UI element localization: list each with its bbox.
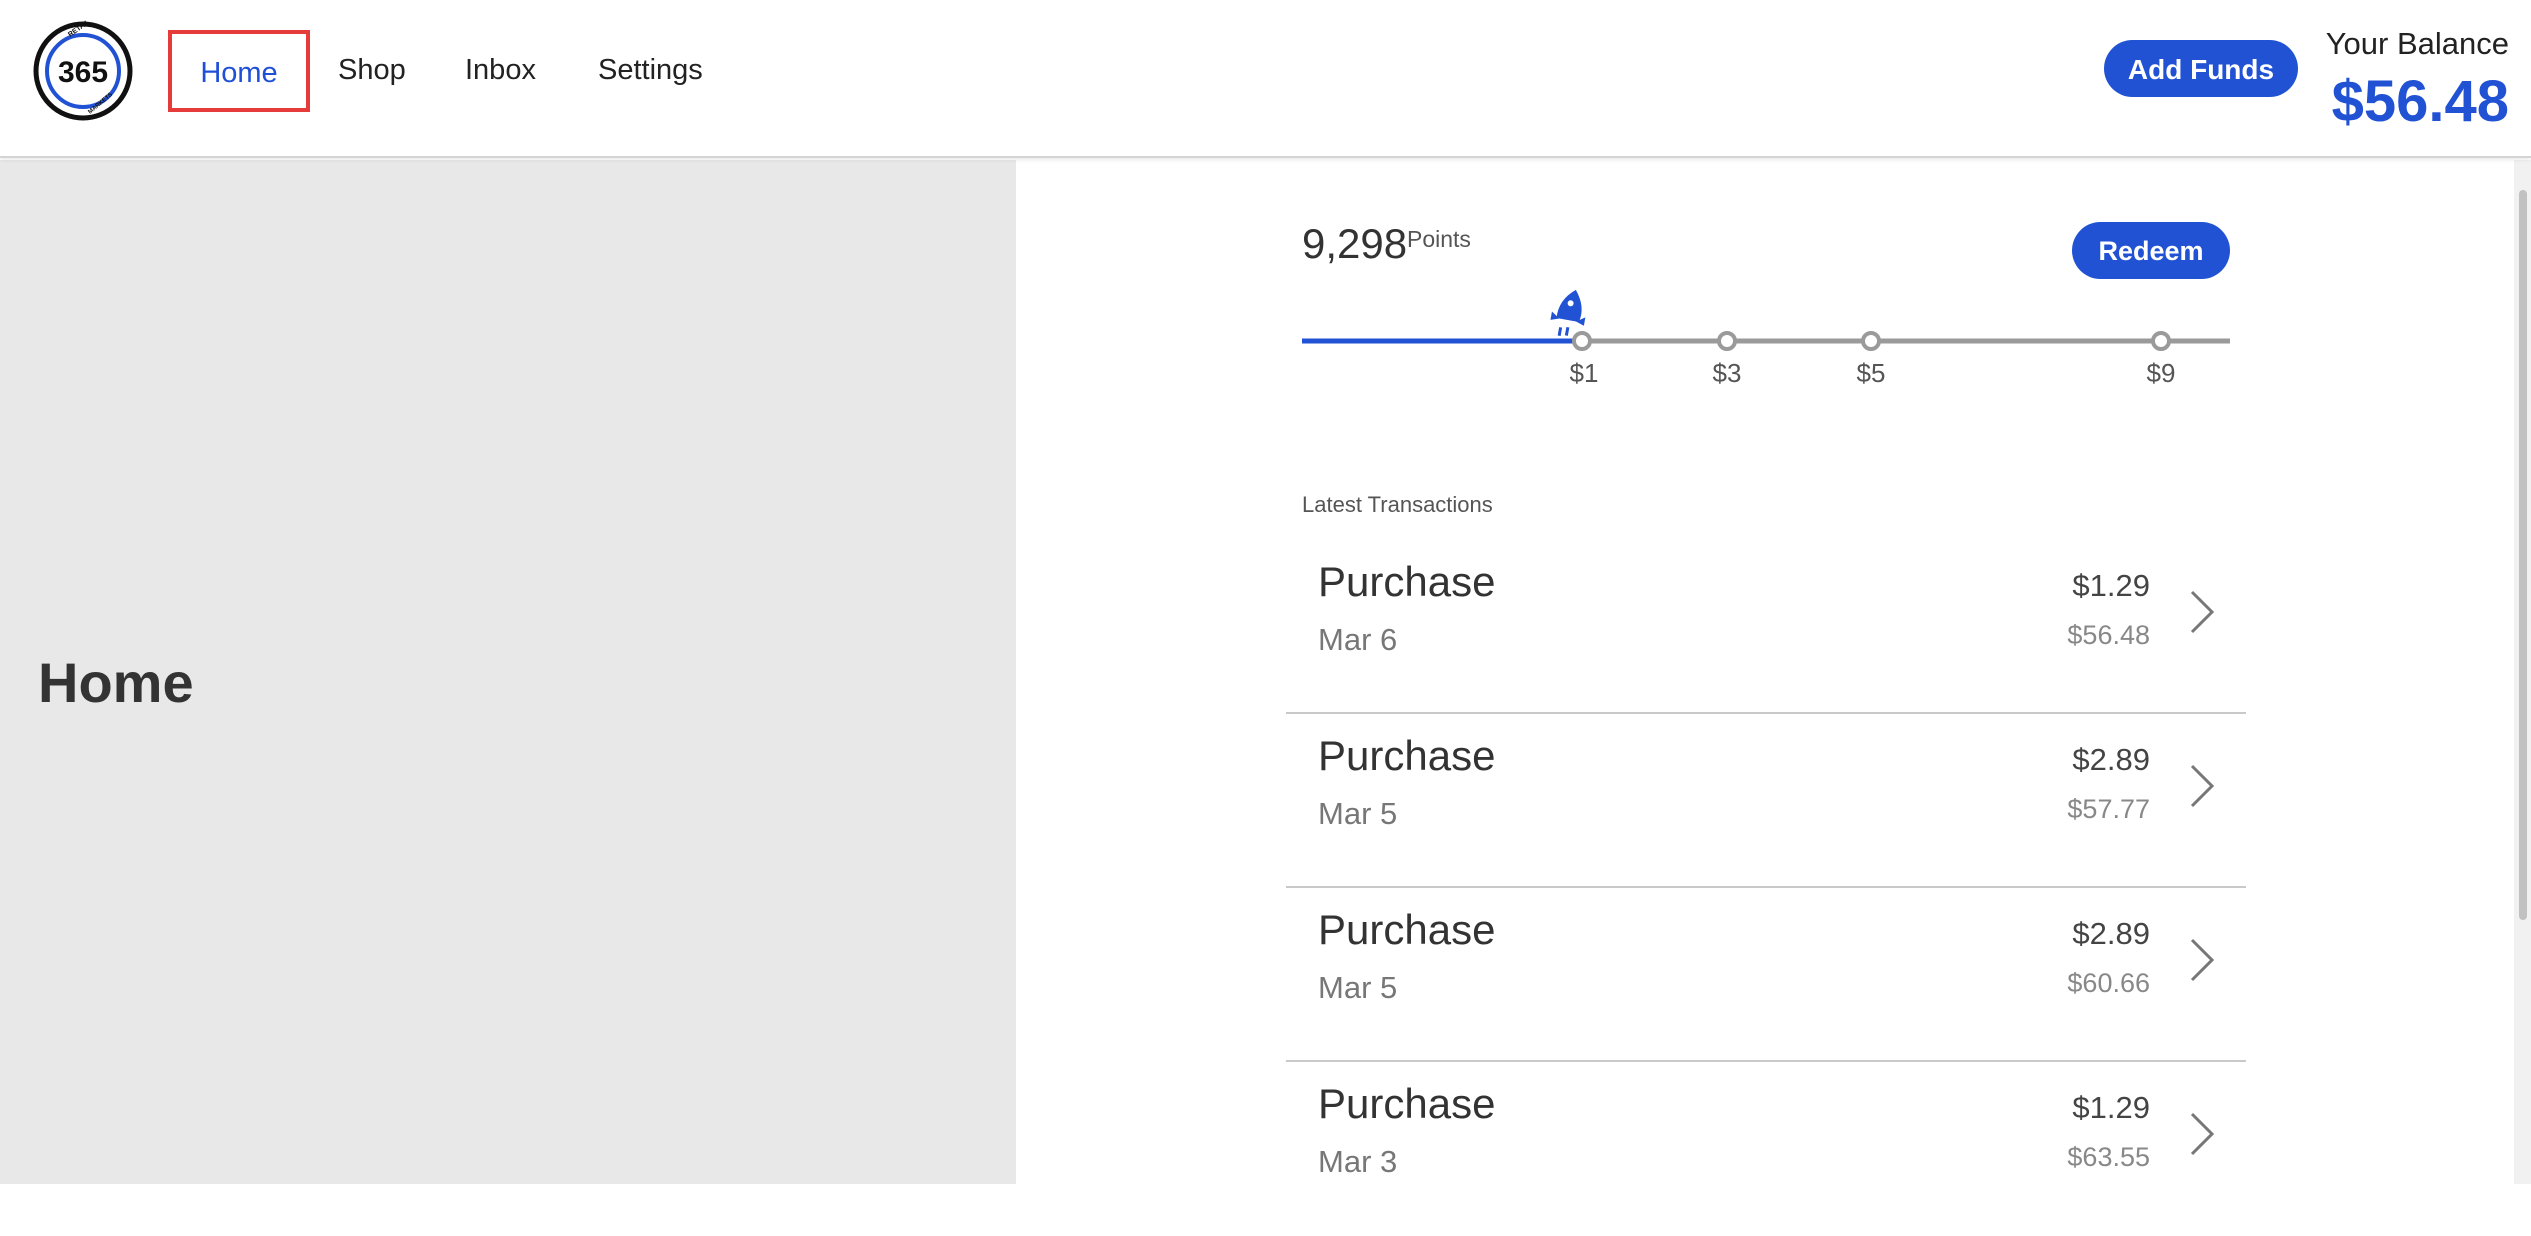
transaction-amount: $1.29 (2072, 568, 2150, 603)
transaction-date: Mar 3 (1318, 1144, 1398, 1179)
transaction-row[interactable]: Purchase Mar 5 $2.89 $57.77 (1286, 714, 2246, 888)
transaction-balance: $63.55 (2067, 1142, 2150, 1172)
add-funds-button[interactable]: Add Funds (2104, 40, 2298, 97)
transaction-type: Purchase (1318, 1080, 1496, 1127)
transaction-date: Mar 5 (1318, 796, 1398, 831)
transaction-date: Mar 5 (1318, 970, 1398, 1005)
transaction-amount: $1.29 (2072, 1090, 2150, 1125)
chevron-right-icon (2190, 764, 2215, 808)
redeem-button[interactable]: Redeem (2072, 222, 2230, 279)
chevron-right-icon (2190, 1112, 2215, 1156)
transaction-list: Purchase Mar 6 $1.29 $56.48 Purchase Mar… (1286, 540, 2246, 1236)
transaction-row[interactable]: Purchase Mar 3 $1.29 $63.55 (1286, 1062, 2246, 1236)
latest-transactions-heading: Latest Transactions (1302, 492, 1493, 517)
milestone-label-2: $3 (1712, 358, 1742, 388)
chevron-right-icon (2190, 590, 2215, 634)
balance-amount: $56.48 (2331, 69, 2509, 134)
rewards-progress-track (1302, 289, 2230, 351)
milestone-dot-3 (1861, 331, 1881, 351)
transaction-balance: $60.66 (2067, 968, 2150, 998)
transaction-type: Purchase (1318, 558, 1496, 605)
milestone-label-3: $5 (1856, 358, 1886, 388)
chevron-right-icon (2190, 938, 2215, 982)
nav-tab-home[interactable]: Home (168, 30, 310, 112)
transaction-row[interactable]: Purchase Mar 6 $1.29 $56.48 (1286, 540, 2246, 714)
transaction-amount: $2.89 (2072, 742, 2150, 777)
milestone-dot-2 (1717, 331, 1737, 351)
nav-tab-inbox[interactable]: Inbox (465, 46, 536, 94)
nav-tab-shop[interactable]: Shop (338, 46, 406, 94)
nav-tab-settings[interactable]: Settings (598, 46, 703, 94)
milestone-label-4: $9 (2146, 358, 2176, 388)
page-title: Home (38, 651, 194, 714)
transaction-balance: $56.48 (2067, 620, 2150, 650)
scrollbar-thumb[interactable] (2519, 190, 2527, 920)
transaction-type: Purchase (1318, 732, 1496, 779)
logo-number: 365 (58, 56, 108, 89)
vertical-scrollbar[interactable] (2514, 160, 2531, 1184)
365-retail-markets-logo[interactable]: 365 RETAIL MARKETS (32, 20, 134, 122)
top-header: 365 RETAIL MARKETS Home Shop Inbox Setti… (0, 0, 2531, 158)
transaction-balance: $57.77 (2067, 794, 2150, 824)
transaction-date: Mar 6 (1318, 622, 1398, 657)
transaction-row[interactable]: Purchase Mar 5 $2.89 $60.66 (1286, 888, 2246, 1062)
milestone-label-1: $1 (1569, 358, 1599, 388)
milestone-dot-1 (1572, 331, 1592, 351)
left-panel: Home (0, 160, 1016, 1184)
points-value: 9,298 (1302, 220, 1408, 267)
points-label: Points (1407, 226, 1471, 252)
milestone-dot-4 (2151, 331, 2171, 351)
balance-label: Your Balance (2325, 26, 2509, 61)
transaction-type: Purchase (1318, 906, 1496, 953)
transaction-amount: $2.89 (2072, 916, 2150, 951)
